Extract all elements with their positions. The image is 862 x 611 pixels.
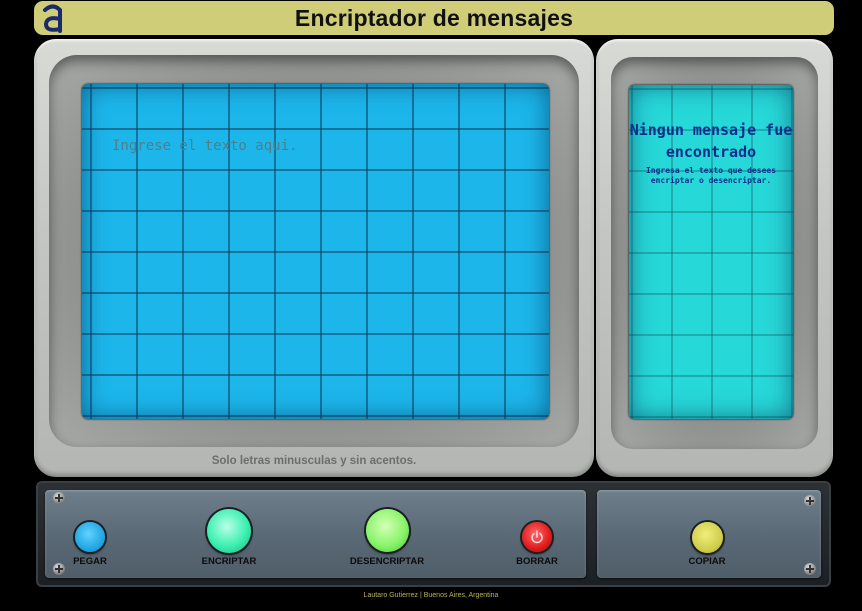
- encrypt-button[interactable]: [207, 509, 251, 553]
- empty-output-subtitle: Ingresa el texto que desees encriptar o …: [645, 166, 777, 185]
- control-plate-main: [45, 490, 586, 578]
- clear-label: BORRAR: [516, 556, 558, 567]
- decrypt-button[interactable]: [366, 509, 409, 552]
- encrypt-label: ENCRIPTAR: [201, 556, 257, 567]
- decrypt-label: DESENCRIPTAR: [349, 556, 425, 567]
- empty-output-title: Ningun mensaje fue encontrado: [629, 121, 793, 161]
- input-hint: Solo letras minusculas y sin acentos.: [211, 455, 417, 467]
- paste-label: PEGAR: [73, 556, 107, 567]
- logo-icon: [43, 4, 62, 33]
- screw-icon: [804, 563, 816, 575]
- screw-icon: [804, 495, 816, 507]
- page-title: Encriptador de mensajes: [294, 4, 574, 31]
- paste-button[interactable]: [75, 522, 105, 552]
- logo: [40, 1, 66, 35]
- copy-label: COPIAR: [688, 556, 726, 567]
- copy-button[interactable]: [692, 522, 723, 553]
- header-bar: Encriptador de mensajes: [34, 1, 834, 35]
- footer-credit: Lautaro Gutierrez | Buenos Aires, Argent…: [363, 592, 499, 599]
- clear-button[interactable]: [522, 522, 552, 552]
- screw-icon: [53, 563, 65, 575]
- power-icon: [531, 530, 543, 544]
- screw-icon: [53, 492, 65, 504]
- message-input[interactable]: [112, 138, 532, 408]
